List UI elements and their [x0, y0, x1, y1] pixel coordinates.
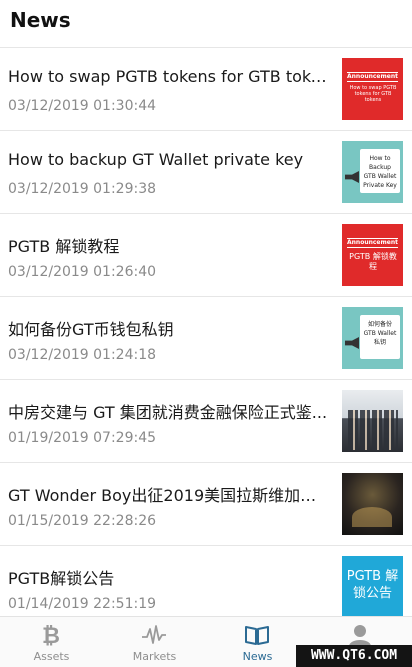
news-headline: 中房交建与 GT 集团就消费金融保险正式鉴... — [8, 403, 328, 422]
news-headline: How to swap PGTB tokens for GTB tokens? — [8, 67, 330, 86]
news-item[interactable]: GT Wonder Boy出征2019美国拉斯维加斯... 01/15/2019… — [0, 463, 412, 546]
thumbnail-caption: PGTB 解锁公告 — [346, 569, 399, 601]
news-thumbnail: How to Backup GTB Wallet Private Key — [342, 141, 403, 203]
news-date: 03/12/2019 01:30:44 — [8, 98, 157, 114]
news-headline: GT Wonder Boy出征2019美国拉斯维加斯... — [8, 486, 330, 505]
person-icon — [349, 625, 371, 646]
bitcoin-icon: ₿ — [42, 624, 60, 647]
news-date: 03/12/2019 01:24:18 — [8, 347, 157, 363]
tab-label: Assets — [33, 650, 70, 663]
news-headline: How to backup GT Wallet private key — [8, 150, 304, 169]
news-date: 03/12/2019 01:26:40 — [8, 264, 157, 280]
news-item[interactable]: 中房交建与 GT 集团就消费金融保险正式鉴... 01/19/2019 07:2… — [0, 380, 412, 463]
megaphone-icon — [345, 337, 359, 349]
app-header: News — [0, 0, 412, 48]
news-item[interactable]: How to backup GT Wallet private key 03/1… — [0, 131, 412, 214]
news-headline: PGTB 解锁教程 — [8, 237, 120, 256]
news-item[interactable]: PGTB解锁公告 01/14/2019 22:51:19 PGTB 解锁公告 — [0, 546, 412, 616]
thumbnail-title: Announcement — [347, 238, 398, 248]
news-thumbnail: PGTB 解锁公告 — [342, 556, 403, 616]
pulse-chart-icon — [142, 625, 166, 644]
news-date: 03/12/2019 01:29:38 — [8, 181, 157, 197]
news-thumbnail-photo — [342, 473, 403, 535]
thumbnail-caption: How to swap PGTB tokens for GTB tokens — [349, 85, 397, 103]
news-item[interactable]: PGTB 解锁教程 03/12/2019 01:26:40 Announceme… — [0, 214, 412, 297]
news-thumbnail: 如何备份 GTB Wallet 私钥 — [342, 307, 403, 369]
svg-text:₿: ₿ — [42, 624, 60, 647]
news-headline: 如何备份GT币钱包私钥 — [8, 320, 174, 339]
tab-label: News — [242, 650, 273, 663]
page-title: News — [10, 8, 71, 32]
thumbnail-title: Announcement — [347, 72, 398, 82]
news-thumbnail-photo — [342, 390, 403, 452]
news-date: 01/15/2019 22:28:26 — [8, 513, 157, 529]
thumbnail-caption: PGTB 解锁教程 — [349, 252, 397, 271]
news-list[interactable]: How to swap PGTB tokens for GTB tokens? … — [0, 48, 412, 616]
news-thumbnail: Announcement PGTB 解锁教程 — [342, 224, 403, 286]
tab-markets[interactable]: Markets — [103, 617, 206, 667]
group-photo — [348, 410, 398, 450]
news-thumbnail: Announcement How to swap PGTB tokens for… — [342, 58, 403, 120]
site-watermark: WWW.QT6.COM — [296, 645, 412, 667]
thumbnail-caption: How to Backup GTB Wallet Private Key — [363, 155, 397, 189]
thumbnail-caption: 如何备份 GTB Wallet 私钥 — [363, 321, 397, 346]
news-item[interactable]: How to swap PGTB tokens for GTB tokens? … — [0, 48, 412, 131]
news-item[interactable]: 如何备份GT币钱包私钥 03/12/2019 01:24:18 如何备份 GTB… — [0, 297, 412, 380]
event-stage-photo — [352, 507, 392, 527]
news-date: 01/14/2019 22:51:19 — [8, 596, 157, 612]
tab-news[interactable]: News — [206, 617, 309, 667]
tab-label: Markets — [132, 650, 177, 663]
megaphone-icon — [345, 171, 359, 183]
news-date: 01/19/2019 07:29:45 — [8, 430, 157, 446]
news-headline: PGTB解锁公告 — [8, 569, 115, 588]
open-book-icon — [245, 626, 269, 645]
tab-assets[interactable]: ₿ Assets — [0, 617, 103, 667]
